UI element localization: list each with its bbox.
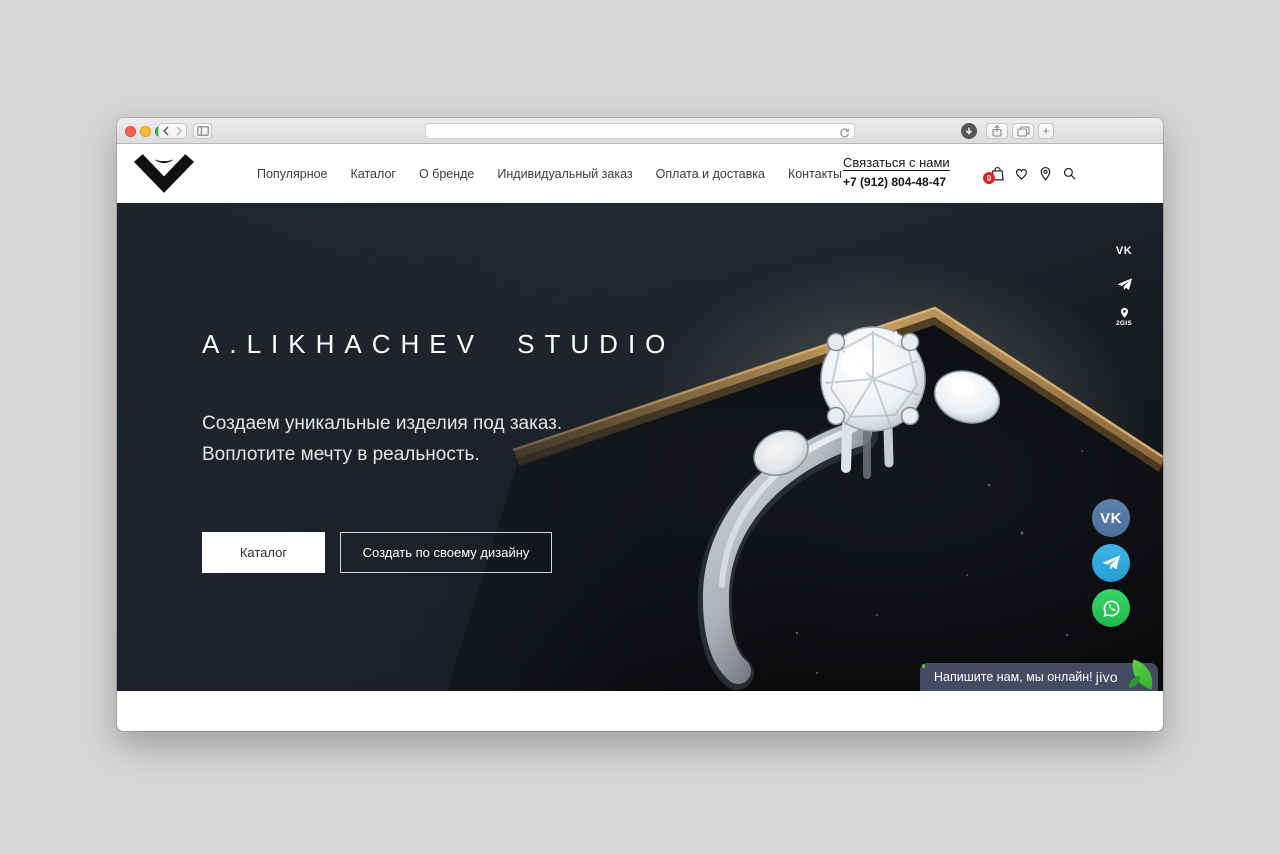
hero-section: A.LIKHACHEV STUDIO Создаем уникальные из… [117, 203, 1163, 691]
downloads-button[interactable] [961, 123, 977, 139]
vk-icon: VK [1100, 509, 1122, 527]
2gis-label: 2GIS [1115, 320, 1132, 327]
jivo-green-dot [921, 664, 925, 668]
jivo-logo: jivo [1095, 669, 1118, 685]
search-button[interactable] [1061, 165, 1078, 182]
contact-block: Связаться с нами +7 (912) 804-48-47 [843, 155, 950, 189]
telegram-circle-button[interactable] [1092, 544, 1130, 582]
new-tab-button[interactable]: + [1038, 123, 1054, 139]
social-circle-buttons: VK [1092, 499, 1130, 627]
reload-icon[interactable] [839, 126, 850, 144]
hero-social-links: VK 2GIS [1113, 241, 1135, 327]
hero-title: A.LIKHACHEV STUDIO [202, 329, 676, 359]
chevron-left-icon [162, 126, 169, 136]
hero-content: A.LIKHACHEV STUDIO Создаем уникальные из… [202, 203, 675, 573]
diamond-logo-icon [133, 154, 195, 193]
map-pin-icon [1040, 166, 1051, 181]
minimize-window-button[interactable] [140, 126, 151, 137]
download-arrow-icon [965, 127, 973, 135]
contact-us-link[interactable]: Связаться с нами [843, 155, 950, 170]
telegram-link[interactable] [1113, 274, 1135, 294]
address-bar[interactable] [425, 123, 855, 139]
nav-individual-order[interactable]: Индивидуальный заказ [497, 167, 632, 181]
catalog-button[interactable]: Каталог [202, 532, 325, 573]
whatsapp-circle-button[interactable] [1092, 589, 1130, 627]
tabs-overview-button[interactable] [1012, 123, 1034, 139]
hero-subtitle-line2: Воплотите мечту в реальность. [202, 444, 480, 465]
2gis-link[interactable]: 2GIS [1113, 307, 1135, 327]
cart-count-badge: 0 [983, 172, 995, 184]
jivo-chat-widget[interactable]: Напишите нам, мы онлайн! jivo [920, 659, 1158, 691]
page-bottom-strip [117, 691, 1163, 731]
hero-subtitle-line1: Создаем уникальные изделия под заказ. [202, 413, 563, 434]
main-nav: Популярное Каталог О бренде Индивидуальн… [257, 144, 842, 203]
vk-circle-button[interactable]: VK [1092, 499, 1130, 537]
browser-forward-button[interactable] [172, 123, 187, 139]
chevron-right-icon [176, 126, 183, 136]
browser-titlebar: + [117, 118, 1163, 144]
share-button[interactable] [986, 123, 1008, 139]
favorites-button[interactable] [1013, 165, 1030, 182]
header-icons: 0 [983, 165, 1078, 184]
nav-popular[interactable]: Популярное [257, 167, 328, 181]
vk-icon: VK [1115, 245, 1133, 257]
tabs-icon [1016, 125, 1030, 137]
location-button[interactable] [1037, 165, 1054, 182]
site-header: Популярное Каталог О бренде Индивидуальн… [117, 144, 1163, 203]
chat-message: Напишите нам, мы онлайн! [934, 670, 1093, 684]
whatsapp-icon [1103, 600, 1119, 617]
brand-logo[interactable] [133, 153, 195, 194]
heart-icon [1015, 168, 1028, 180]
address-input[interactable] [426, 124, 854, 138]
2gis-pin-icon [1120, 307, 1128, 318]
share-icon [992, 125, 1002, 137]
nav-catalog[interactable]: Каталог [351, 167, 396, 181]
vk-link[interactable]: VK [1113, 241, 1135, 261]
browser-window: + Популярное Каталог О бренде Индивидуал… [117, 118, 1163, 731]
browser-back-button[interactable] [158, 123, 173, 139]
telegram-icon [1116, 277, 1132, 290]
nav-about-brand[interactable]: О бренде [419, 167, 474, 181]
cart-button[interactable]: 0 [983, 165, 1006, 184]
nav-contacts[interactable]: Контакты [788, 167, 842, 181]
sidebar-toggle-button[interactable] [193, 123, 212, 139]
telegram-icon [1102, 555, 1120, 570]
search-icon [1063, 167, 1076, 180]
sidebar-icon [196, 126, 209, 136]
nav-payment-delivery[interactable]: Оплата и доставка [656, 167, 765, 181]
custom-design-button[interactable]: Создать по своему дизайну [340, 532, 552, 573]
phone-number[interactable]: +7 (912) 804-48-47 [843, 175, 950, 189]
close-window-button[interactable] [125, 126, 136, 137]
